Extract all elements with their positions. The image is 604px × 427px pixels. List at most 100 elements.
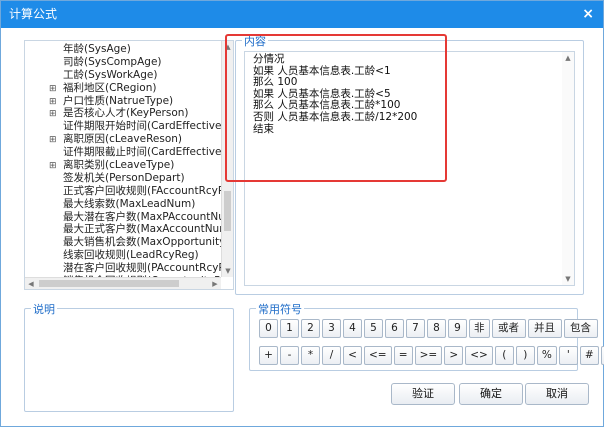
symbol-button[interactable]: ): [515, 346, 535, 365]
field-tree[interactable]: 年龄(SysAge) 司龄(SysCompAge) 工龄(SysWorkAge) ⊞ 福…: [24, 40, 234, 290]
tree-item[interactable]: 线索回收规则(LeadRcyReg): [25, 249, 221, 262]
symbols-row-2: +-*/<<==>=><>()%'#{}: [259, 346, 604, 365]
tree-item[interactable]: 证件期限开始时间(CardEffectiveBeg: [25, 120, 221, 133]
tree-item-label: 年龄(SysAge): [63, 43, 131, 55]
symbol-button[interactable]: ': [558, 346, 578, 365]
symbol-button[interactable]: 2: [301, 319, 320, 338]
symbol-button[interactable]: 7: [406, 319, 425, 338]
tree-item[interactable]: 证件期限截止时间(CardEffectiveEnd: [25, 146, 221, 159]
symbol-button[interactable]: 或者: [491, 319, 526, 338]
symbols-legend: 常用符号: [256, 301, 304, 317]
tree-item[interactable]: ⊞ 离职类别(cLeaveType): [25, 159, 221, 172]
tree-item[interactable]: 签发机关(PersonDepart): [25, 172, 221, 185]
content-legend: 内容: [242, 33, 268, 49]
scroll-right-icon[interactable]: ▶: [209, 278, 221, 289]
tree-item[interactable]: ⊞ 是否核心人才(KeyPerson): [25, 107, 221, 120]
symbol-button[interactable]: 9: [448, 319, 467, 338]
scroll-up-icon[interactable]: ▲: [222, 41, 233, 53]
tree-item[interactable]: 潜在客户回收规则(PAccountRcyReg: [25, 262, 221, 275]
formula-text: 分情况 如果 人员基本信息表.工龄<1 那么 100 如果 人员基本信息表.工龄<5 那…: [253, 53, 558, 135]
content-group: 内容 分情况 如果 人员基本信息表.工龄<1 那么 100 如果 人员基本信息表.工龄…: [235, 33, 584, 295]
tree-vertical-scroll-thumb[interactable]: [224, 191, 231, 231]
tree-item-label: 签发机关(PersonDepart): [63, 171, 185, 184]
symbol-button[interactable]: >=: [414, 346, 443, 365]
tree-item[interactable]: 年龄(SysAge): [25, 43, 221, 56]
dialog-title: 计算公式: [9, 7, 58, 21]
tree-item[interactable]: ⊞ 离职原因(cLeaveReson): [25, 133, 221, 146]
tree-item[interactable]: ⊞ 福利地区(CRegion): [25, 82, 221, 95]
tree-item-label: 证件期限截止时间(CardEffectiveEnd: [63, 146, 221, 159]
tree-item-label: 最大正式客户数(MaxAccountNum): [63, 223, 221, 236]
symbols-row-1: 0 1 2 3 4 5 6 7 8 9 非或者 并且 包含: [259, 319, 598, 338]
verify-button[interactable]: 验证: [391, 383, 455, 405]
symbol-button[interactable]: 包含: [563, 319, 598, 338]
cancel-button[interactable]: 取消: [525, 383, 589, 405]
tree-item-label: 证件期限开始时间(CardEffectiveBeg: [63, 120, 221, 133]
symbol-button[interactable]: 0: [259, 319, 278, 338]
dialog-titlebar: 计算公式 ×: [1, 1, 603, 28]
symbol-button[interactable]: /: [322, 346, 341, 365]
symbol-button[interactable]: +: [259, 346, 278, 365]
tree-item-label: 是否核心人才(KeyPerson): [63, 107, 189, 120]
close-icon[interactable]: ×: [582, 1, 594, 28]
tree-vertical-scrollbar[interactable]: ▲ ▼: [221, 41, 233, 277]
symbol-button[interactable]: <>: [465, 346, 493, 365]
symbol-button[interactable]: =: [393, 346, 413, 365]
symbol-button[interactable]: -: [280, 346, 299, 365]
tree-item-label: 最大潜在客户数(MaxPAccountNum): [63, 210, 221, 223]
symbol-button[interactable]: 5: [364, 319, 383, 338]
tree-item-label: 司龄(SysCompAge): [63, 55, 162, 68]
tree-item-label: 线索回收规则(LeadRcyReg): [63, 249, 199, 262]
scroll-down-icon[interactable]: ▼: [562, 273, 574, 285]
description-group: 说明: [24, 301, 234, 412]
tree-item-label: 正式客户回收规则(FAccountRcyReg: [63, 184, 221, 197]
symbol-button[interactable]: <=: [364, 346, 392, 365]
tree-item-label: 福利地区(CRegion): [63, 81, 157, 94]
symbol-button[interactable]: %: [536, 346, 557, 365]
ok-button[interactable]: 确定: [459, 383, 523, 405]
expand-icon[interactable]: ⊞: [25, 83, 63, 96]
formula-line: 结束: [253, 122, 274, 135]
symbol-button[interactable]: 1: [280, 319, 299, 338]
tree-item-label: 最大线索数(MaxLeadNum): [63, 197, 196, 210]
tree-item[interactable]: 最大潜在客户数(MaxPAccountNum): [25, 211, 221, 224]
tree-item[interactable]: 工龄(SysWorkAge): [25, 69, 221, 82]
tree-item-label: 离职类别(cLeaveType): [63, 159, 175, 172]
symbol-button[interactable]: >: [444, 346, 464, 365]
formula-dialog: 计算公式 × 年龄(SysAge) 司龄(SysCompAge) 工龄(SysWor…: [0, 0, 604, 427]
symbol-button[interactable]: *: [301, 346, 320, 365]
tree-item-label: 离职原因(cLeaveReson): [63, 133, 183, 146]
tree-item[interactable]: ⊞ 户口性质(NatrueType): [25, 95, 221, 108]
formula-editor[interactable]: 分情况 如果 人员基本信息表.工龄<1 那么 100 如果 人员基本信息表.工龄<5 那…: [244, 51, 575, 286]
symbols-group: 常用符号 0 1 2 3 4 5 6 7 8 9 非或者 并且 包含 + - * / < <= = >= > <>()% '…: [249, 301, 604, 371]
scroll-up-icon[interactable]: ▲: [562, 52, 574, 64]
formula-line: 否则 人员基本信息表.工龄/12*200: [253, 110, 418, 123]
tree-item[interactable]: 最大线索数(MaxLeadNum): [25, 198, 221, 211]
symbol-button[interactable]: 8: [427, 319, 446, 338]
symbol-button[interactable]: 6: [385, 319, 404, 338]
tree-item[interactable]: 正式客户回收规则(FAccountRcyReg: [25, 185, 221, 198]
description-legend: 说明: [31, 301, 57, 317]
symbol-button[interactable]: <: [343, 346, 362, 365]
tree-item-label: 户口性质(NatrueType): [63, 94, 174, 107]
tree-item-label: 工龄(SysWorkAge): [63, 68, 158, 81]
field-tree-list: 年龄(SysAge) 司龄(SysCompAge) 工龄(SysWorkAge) ⊞ 福…: [25, 43, 221, 277]
symbol-button[interactable]: (: [494, 346, 514, 365]
tree-item-label: 潜在客户回收规则(PAccountRcyReg: [63, 262, 221, 275]
tree-horizontal-scrollbar[interactable]: ◀ ▶: [25, 277, 221, 289]
symbol-button[interactable]: 4: [343, 319, 362, 338]
expand-icon[interactable]: ⊞: [25, 160, 63, 173]
editor-vertical-scrollbar[interactable]: ▲ ▼: [562, 52, 574, 285]
tree-item[interactable]: 最大销售机会数(MaxOpportunityNur: [25, 236, 221, 249]
tree-item-label: 最大销售机会数(MaxOpportunityNur: [63, 236, 221, 249]
symbol-button[interactable]: 非: [469, 319, 490, 338]
tree-horizontal-scroll-thumb[interactable]: [39, 280, 179, 287]
tree-item[interactable]: 司龄(SysCompAge): [25, 56, 221, 69]
symbol-button[interactable]: 并且: [527, 319, 562, 338]
formula-line: 分情况: [253, 53, 285, 65]
tree-item[interactable]: 最大正式客户数(MaxAccountNum): [25, 223, 221, 236]
scroll-left-icon[interactable]: ◀: [25, 278, 37, 289]
symbol-button[interactable]: 3: [322, 319, 341, 338]
symbol-button[interactable]: #: [579, 346, 599, 365]
scroll-down-icon[interactable]: ▼: [222, 265, 233, 277]
